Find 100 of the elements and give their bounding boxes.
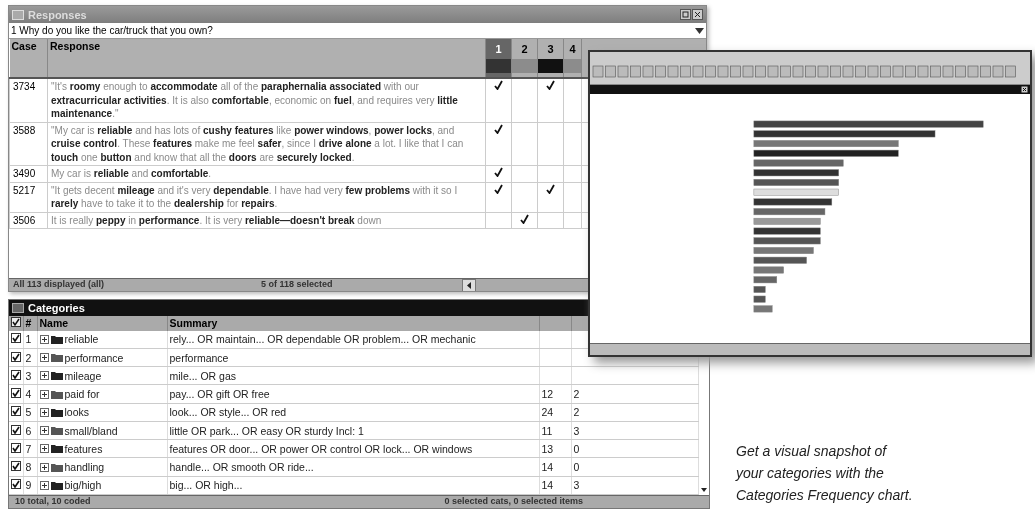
- number-cell: 9: [23, 476, 37, 495]
- check-cell[interactable]: [511, 78, 538, 122]
- category-name[interactable]: mileage: [64, 369, 102, 382]
- check-icon: [546, 183, 555, 194]
- response-cell: My car is reliable and comfortable.: [47, 165, 486, 182]
- check-cell[interactable]: [563, 212, 582, 229]
- status-text: 10 total, 10 coded: [15, 496, 91, 508]
- check-cell[interactable]: [563, 122, 582, 166]
- status-text: 5 of 118 selected: [260, 279, 334, 291]
- status-text: 0 selected cats, 0 selected items: [444, 496, 583, 508]
- check-cell[interactable]: [511, 182, 538, 212]
- category-name[interactable]: features: [64, 442, 103, 455]
- window-icon: [12, 303, 24, 313]
- category-name[interactable]: looks: [64, 406, 89, 419]
- close-icon[interactable]: [692, 9, 703, 20]
- expand-icon[interactable]: [39, 407, 49, 417]
- checkbox[interactable]: [11, 351, 21, 362]
- case-cell: 3588: [9, 122, 48, 166]
- checkbox[interactable]: [11, 442, 21, 453]
- check-cell[interactable]: [485, 212, 512, 229]
- bar: [753, 286, 766, 293]
- check-cell[interactable]: [485, 78, 512, 122]
- number-cell: 5: [23, 403, 37, 422]
- folder-icon: [49, 425, 64, 437]
- folder-icon: [49, 370, 64, 382]
- checkbox[interactable]: [11, 406, 21, 417]
- check-cell[interactable]: [537, 212, 564, 229]
- check-icon: [520, 213, 529, 224]
- expand-icon[interactable]: [39, 353, 49, 363]
- number-cell: 1: [23, 330, 37, 349]
- category-name[interactable]: handling: [64, 461, 105, 473]
- number-cell: 2: [23, 348, 37, 367]
- check-cell[interactable]: [537, 165, 564, 182]
- maximize-icon[interactable]: [680, 9, 691, 20]
- check-cell[interactable]: [563, 78, 582, 122]
- checkbox-icon[interactable]: [11, 317, 21, 328]
- check-cell[interactable]: [511, 165, 538, 182]
- dropdown-arrow-icon[interactable]: [695, 27, 704, 34]
- checkbox[interactable]: [11, 333, 21, 344]
- response-cell: "My car is reliable and has lots of cushy features like power windows, power locks, and cruise control. These features make me feel safer, since I drive alone a lot. I like that I can touch one button and know that all the doors are securely locked.: [47, 122, 486, 166]
- folder-icon: [49, 443, 64, 455]
- check-cell[interactable]: [537, 182, 564, 212]
- expand-icon[interactable]: [39, 462, 49, 472]
- summary-cell: big... OR high...: [167, 476, 539, 495]
- number-cell: 4: [23, 384, 37, 404]
- check-cell[interactable]: [537, 78, 564, 122]
- count-cell: 3: [571, 476, 699, 495]
- check-cell[interactable]: [537, 122, 564, 166]
- category-name[interactable]: paid for: [64, 388, 100, 401]
- column-header[interactable]: Response: [47, 39, 486, 78]
- summary-cell: little OR park... OR easy OR sturdy Incl: 1: [167, 421, 539, 440]
- summary-cell: rely... OR maintain... OR dependable OR problem... OR mechanic: [167, 330, 539, 349]
- expand-icon[interactable]: [39, 389, 49, 399]
- category-name[interactable]: performance: [64, 351, 124, 364]
- window-title: Categories: [28, 302, 85, 314]
- category-name[interactable]: big/high: [64, 479, 102, 492]
- summary-cell: pay... OR gift OR free: [167, 384, 539, 404]
- checkbox[interactable]: [11, 461, 21, 471]
- expand-icon[interactable]: [39, 480, 49, 490]
- bar: [753, 295, 766, 303]
- folder-icon: [49, 333, 64, 345]
- check-cell[interactable]: [511, 212, 538, 229]
- expand-icon[interactable]: [39, 371, 49, 381]
- close-icon[interactable]: [1021, 86, 1028, 93]
- case-cell: 5217: [9, 182, 48, 212]
- summary-cell: handle... OR smooth OR ride...: [167, 457, 539, 477]
- expand-icon[interactable]: [39, 334, 49, 344]
- check-cell[interactable]: [485, 182, 512, 212]
- summary-cell: performance: [167, 348, 539, 367]
- column-header[interactable]: Name: [37, 316, 167, 331]
- category-name[interactable]: reliable: [64, 333, 99, 346]
- response-cell: "It gets decent mileage and it's very dependable. I have had very few problems with it so I rarely have to take it to the dealership for repairs.: [47, 182, 486, 212]
- check-cell[interactable]: [563, 165, 582, 182]
- folder-icon: [49, 388, 64, 400]
- checkbox[interactable]: [11, 424, 21, 435]
- check-cell[interactable]: [485, 165, 512, 182]
- number-cell: 3: [23, 366, 37, 385]
- count-cell: 24: [539, 403, 571, 422]
- code-column-header[interactable]: 3: [537, 39, 564, 78]
- code-column-header[interactable]: 2: [511, 39, 538, 78]
- category-name[interactable]: small/bland: [64, 424, 118, 437]
- summary-cell: look... OR style... OR red: [167, 403, 539, 422]
- check-cell[interactable]: [485, 122, 512, 166]
- column-header[interactable]: Case: [9, 39, 48, 78]
- code-column-header[interactable]: 1: [485, 39, 512, 78]
- window-title: Responses: [28, 8, 87, 21]
- count-cell: 0: [571, 457, 699, 477]
- column-header[interactable]: Summary: [167, 316, 539, 331]
- count-cell: 14: [539, 476, 571, 495]
- number-cell: 8: [23, 457, 37, 477]
- expand-icon[interactable]: [39, 426, 49, 436]
- checkbox[interactable]: [11, 369, 21, 380]
- checkbox[interactable]: [11, 479, 21, 490]
- check-icon: [546, 80, 555, 90]
- expand-icon[interactable]: [39, 444, 49, 454]
- check-cell[interactable]: [511, 122, 538, 166]
- check-cell[interactable]: [563, 182, 582, 212]
- scroll-left-icon[interactable]: [462, 279, 476, 291]
- checkbox[interactable]: [11, 388, 21, 399]
- bar: [753, 266, 784, 274]
